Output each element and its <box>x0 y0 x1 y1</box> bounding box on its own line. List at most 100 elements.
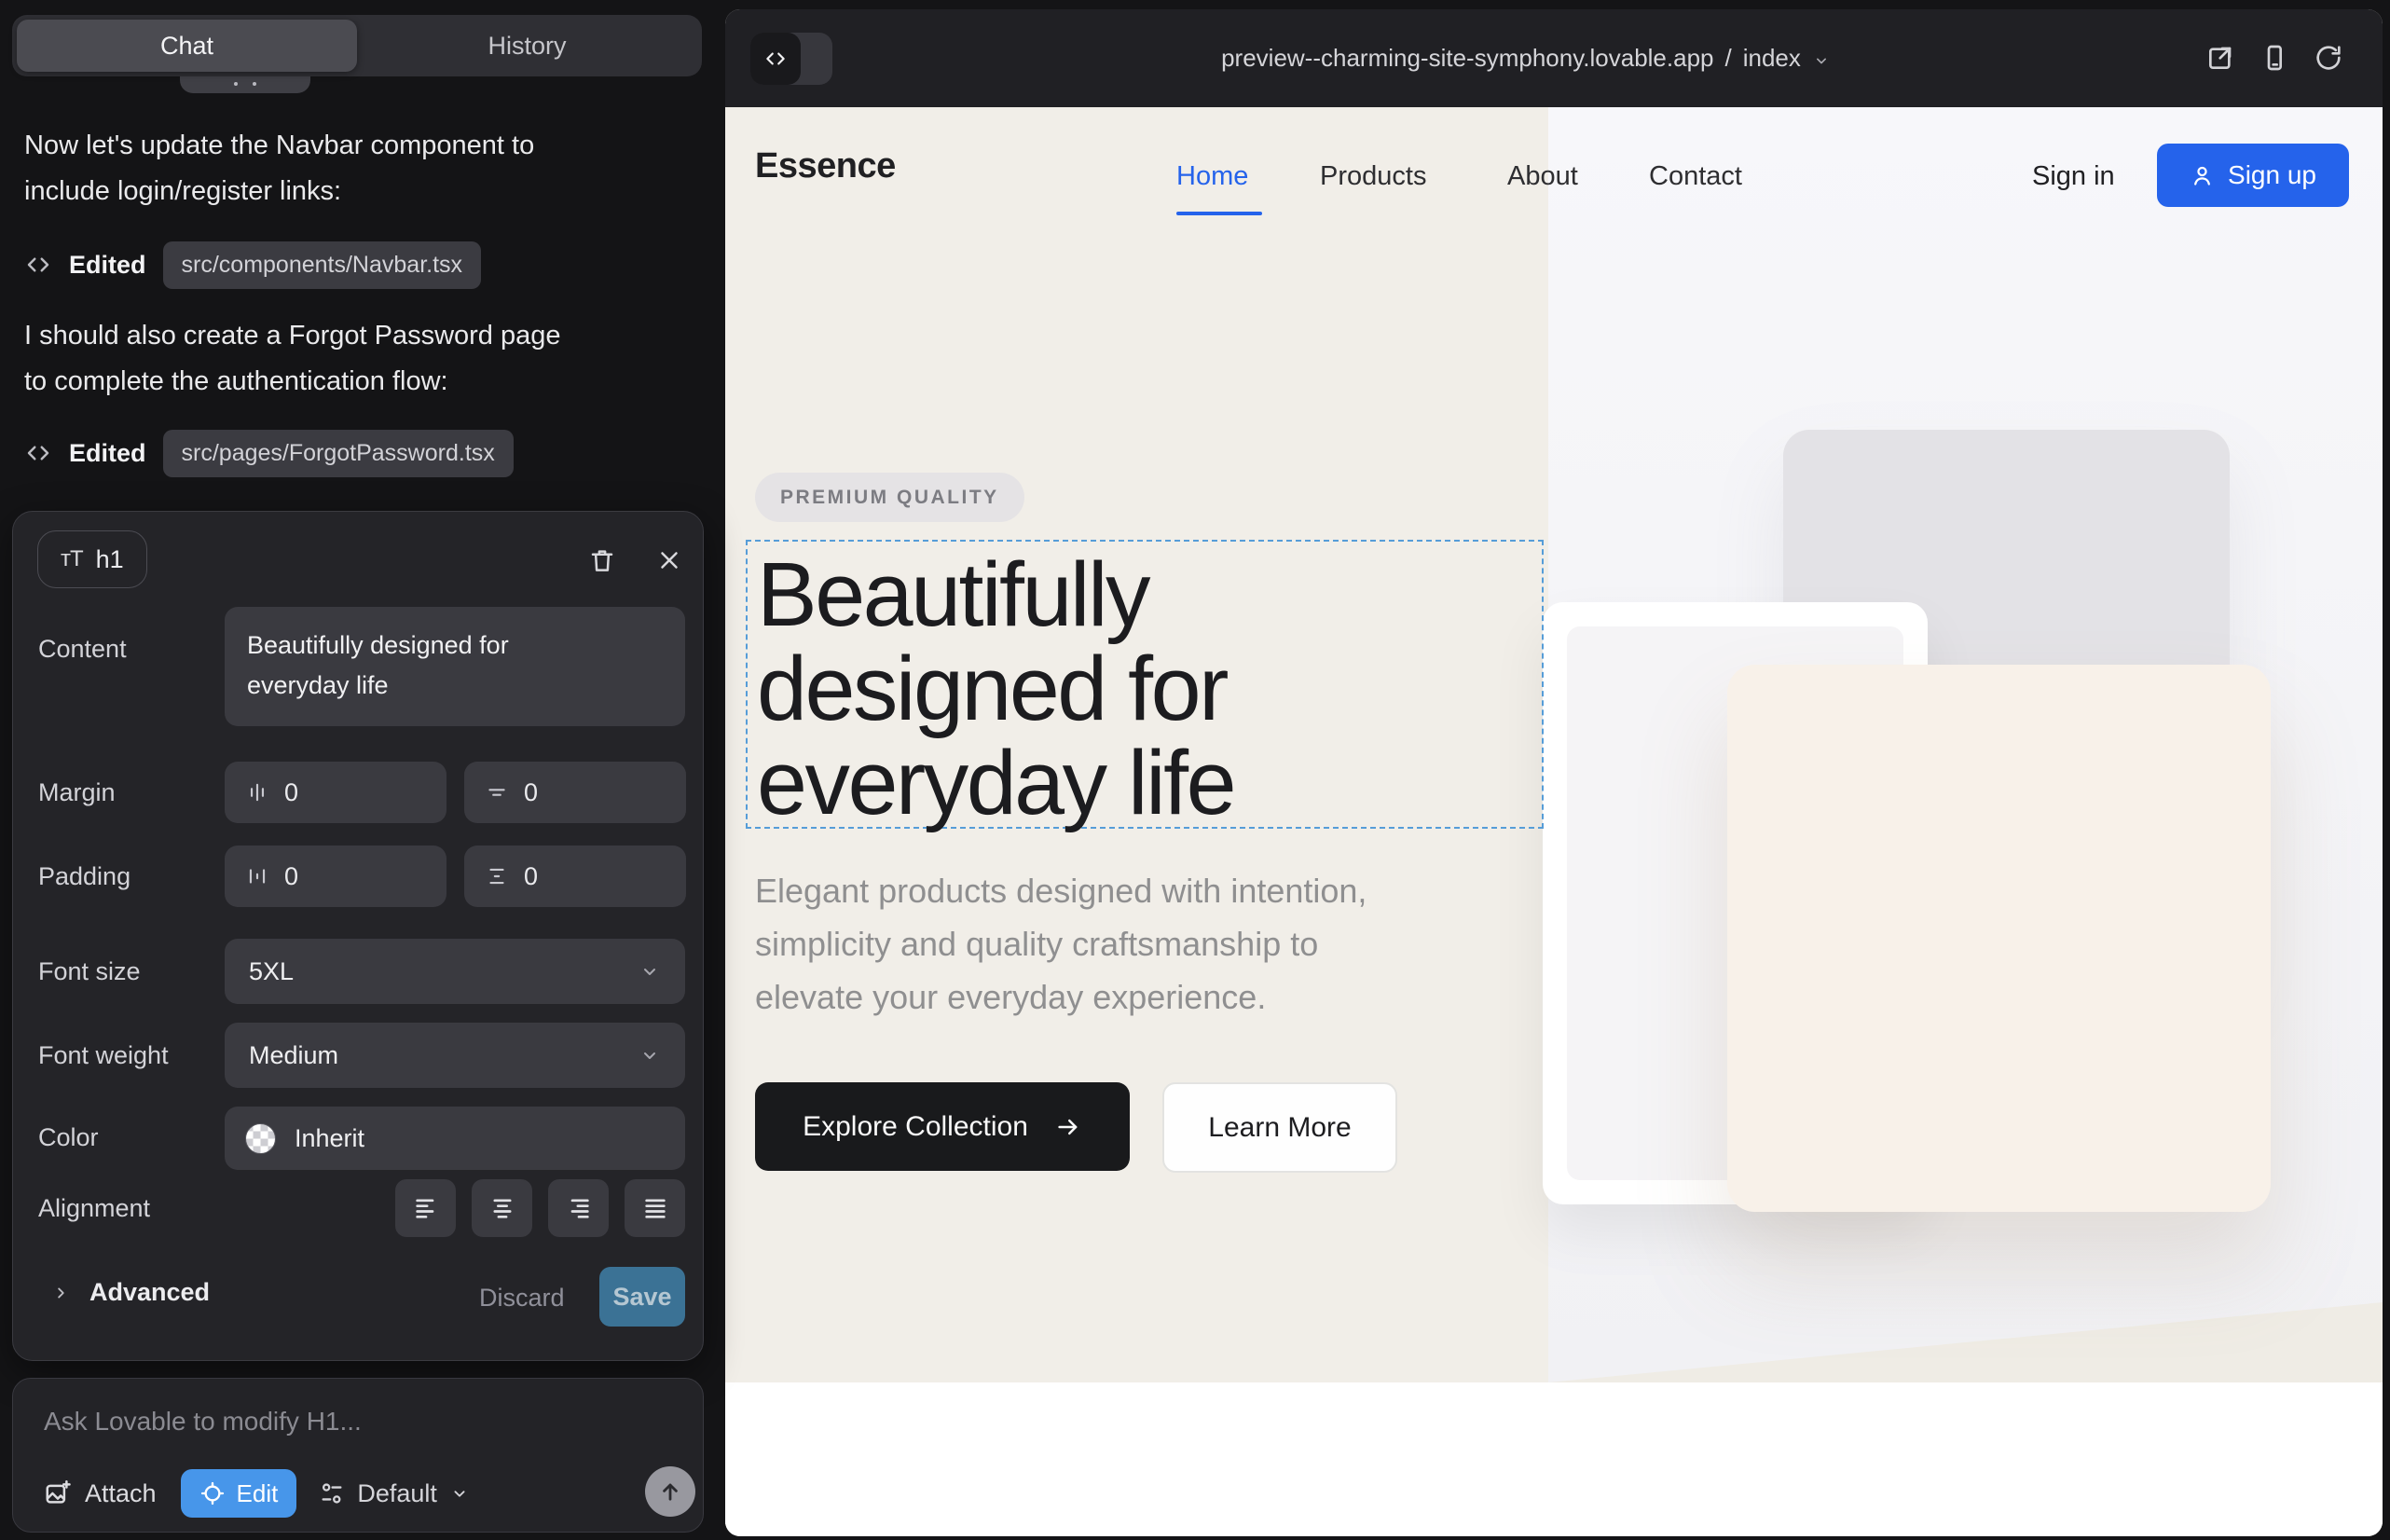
nav-link-products[interactable]: Products <box>1320 161 1426 192</box>
padding-x-value: 0 <box>284 862 298 891</box>
tab-history[interactable]: History <box>357 20 697 72</box>
url-page: index <box>1743 44 1801 73</box>
arrow-right-icon <box>1054 1113 1082 1141</box>
composer-input[interactable]: Ask Lovable to modify H1... <box>44 1407 362 1437</box>
file-badge[interactable]: src/components/Navbar.tsx <box>163 241 482 289</box>
padding-y-value: 0 <box>524 862 538 891</box>
section-below-hero <box>725 1382 2383 1536</box>
discard-button[interactable]: Discard <box>479 1284 565 1313</box>
edit-target-icon <box>199 1480 226 1506</box>
assistant-message: Now let's update the Navbar component to… <box>24 123 565 214</box>
align-left-button[interactable] <box>395 1179 456 1237</box>
cta-primary-label: Explore Collection <box>803 1111 1028 1143</box>
color-value: Inherit <box>295 1124 364 1153</box>
selected-element-chip: тT h1 <box>37 530 147 588</box>
edit-label: Edit <box>237 1479 279 1508</box>
element-tag: h1 <box>96 545 124 574</box>
site-viewport: Essence Home Products About Contact Sign… <box>725 107 2383 1536</box>
dot-icon <box>253 82 256 86</box>
mobile-icon <box>2260 43 2289 73</box>
site-logo[interactable]: Essence <box>755 146 896 186</box>
user-icon <box>2190 163 2215 188</box>
advanced-toggle[interactable]: Advanced <box>50 1278 210 1307</box>
align-left-icon <box>413 1195 439 1221</box>
edit-mode-button[interactable]: Edit <box>181 1469 297 1518</box>
hero-card-cream <box>1727 665 2271 1212</box>
composer-toolbar: Attach Edit Default <box>44 1468 470 1519</box>
code-icon <box>24 251 52 279</box>
content-field[interactable]: Beautifully designed for everyday life <box>225 607 685 726</box>
align-right-button[interactable] <box>548 1179 609 1237</box>
chevron-right-icon <box>50 1283 71 1303</box>
delete-element-button[interactable] <box>582 540 623 581</box>
chat-composer: Ask Lovable to modify H1... Attach Edit <box>12 1378 704 1533</box>
edited-file-row: Edited src/pages/ForgotPassword.tsx <box>24 429 514 477</box>
hero-paragraph: Elegant products designed with intention… <box>755 864 1408 1024</box>
font-weight-label: Font weight <box>38 1041 169 1070</box>
nav-link-about[interactable]: About <box>1507 161 1578 192</box>
sign-up-label: Sign up <box>2228 160 2316 190</box>
learn-more-button[interactable]: Learn More <box>1162 1082 1397 1173</box>
attach-label: Attach <box>85 1479 157 1508</box>
url-host: preview--charming-site-symphony.lovable.… <box>1221 44 1713 73</box>
margin-y-field[interactable]: 0 <box>464 762 686 823</box>
content-value: Beautifully designed for everyday life <box>247 626 611 706</box>
color-label: Color <box>38 1123 99 1152</box>
attach-image-icon <box>44 1479 72 1507</box>
edited-file-row: Edited src/components/Navbar.tsx <box>24 241 481 289</box>
attach-button[interactable]: Attach <box>44 1479 157 1508</box>
url-bar[interactable]: preview--charming-site-symphony.lovable.… <box>725 9 2355 107</box>
font-size-label: Font size <box>38 957 141 986</box>
padding-label: Padding <box>38 862 130 891</box>
save-button[interactable]: Save <box>599 1267 685 1327</box>
font-size-select[interactable]: 5XL <box>225 939 685 1004</box>
send-button[interactable] <box>645 1466 695 1517</box>
mobile-view-button[interactable] <box>2260 43 2289 73</box>
file-badge[interactable]: src/pages/ForgotPassword.tsx <box>163 430 514 477</box>
alignment-label: Alignment <box>38 1194 150 1223</box>
margin-y-value: 0 <box>524 778 538 807</box>
assistant-message: I should also create a Forgot Password p… <box>24 313 565 405</box>
sign-in-link[interactable]: Sign in <box>2032 161 2115 192</box>
margin-horizontal-icon <box>245 780 269 804</box>
font-weight-value: Medium <box>249 1041 338 1070</box>
margin-x-field[interactable]: 0 <box>225 762 446 823</box>
padding-vertical-icon <box>485 864 509 888</box>
tab-chat[interactable]: Chat <box>17 20 357 72</box>
font-weight-select[interactable]: Medium <box>225 1023 685 1088</box>
selected-h1-element[interactable]: Beautifully designed for everyday life <box>746 540 1544 829</box>
url-separator: / <box>1725 44 1732 73</box>
external-link-icon <box>2205 43 2235 73</box>
font-size-value: 5XL <box>249 957 294 986</box>
code-icon <box>24 439 52 467</box>
explore-collection-button[interactable]: Explore Collection <box>755 1082 1130 1171</box>
mode-select[interactable]: Default <box>319 1479 470 1508</box>
padding-horizontal-icon <box>245 864 269 888</box>
align-justify-button[interactable] <box>625 1179 685 1237</box>
open-external-button[interactable] <box>2205 43 2235 73</box>
send-arrow-icon <box>657 1478 683 1505</box>
browser-chrome: preview--charming-site-symphony.lovable.… <box>725 9 2383 107</box>
nav-link-home[interactable]: Home <box>1176 161 1248 192</box>
hero-headline: Beautifully designed for everyday life <box>757 547 1542 830</box>
margin-x-value: 0 <box>284 778 298 807</box>
chat-history-tabs: Chat History <box>12 15 702 76</box>
color-field[interactable]: Inherit <box>225 1107 685 1170</box>
close-icon[interactable] <box>649 540 690 581</box>
content-label: Content <box>38 635 127 664</box>
chat-sidebar: Chat History Now let's update the Navbar… <box>0 0 725 1540</box>
default-sliders-icon <box>319 1480 345 1506</box>
margin-vertical-icon <box>485 780 509 804</box>
refresh-button[interactable] <box>2314 43 2343 73</box>
type-icon: тT <box>61 546 83 572</box>
padding-x-field[interactable]: 0 <box>225 846 446 907</box>
padding-y-field[interactable]: 0 <box>464 846 686 907</box>
chevron-down-icon <box>449 1483 470 1504</box>
nav-link-contact[interactable]: Contact <box>1649 161 1742 192</box>
active-nav-underline <box>1176 212 1262 215</box>
align-justify-icon <box>642 1195 668 1221</box>
align-center-button[interactable] <box>472 1179 532 1237</box>
dot-icon <box>234 82 238 86</box>
edited-label: Edited <box>69 251 146 280</box>
sign-up-button[interactable]: Sign up <box>2157 144 2349 207</box>
